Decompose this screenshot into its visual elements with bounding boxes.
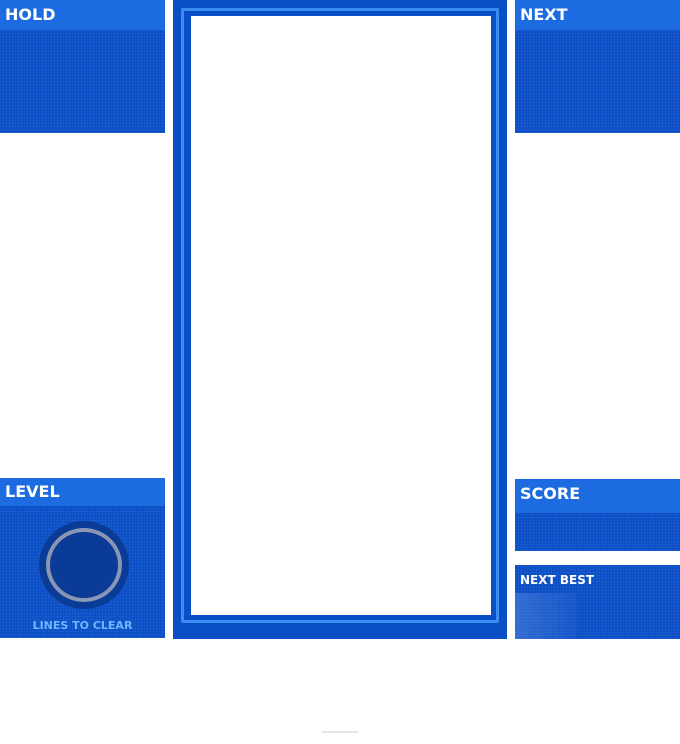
score-panel: SCORE [515,479,680,551]
level-title: LEVEL [0,478,165,506]
hold-title: HOLD [0,0,165,30]
playfield[interactable] [191,16,491,615]
next-title: NEXT [515,0,680,30]
playfield-frame [173,0,507,639]
next-panel: NEXT [515,0,680,133]
lines-to-clear-label: LINES TO CLEAR [32,619,133,632]
footer-divider [322,731,358,733]
hold-panel: HOLD [0,0,165,133]
next-best-title: NEXT BEST [520,573,595,587]
next-best-avatar-placeholder [515,593,577,639]
next-best-panel: NEXT BEST [515,565,680,639]
level-ring-icon [46,528,122,602]
score-title: SCORE [515,479,680,513]
